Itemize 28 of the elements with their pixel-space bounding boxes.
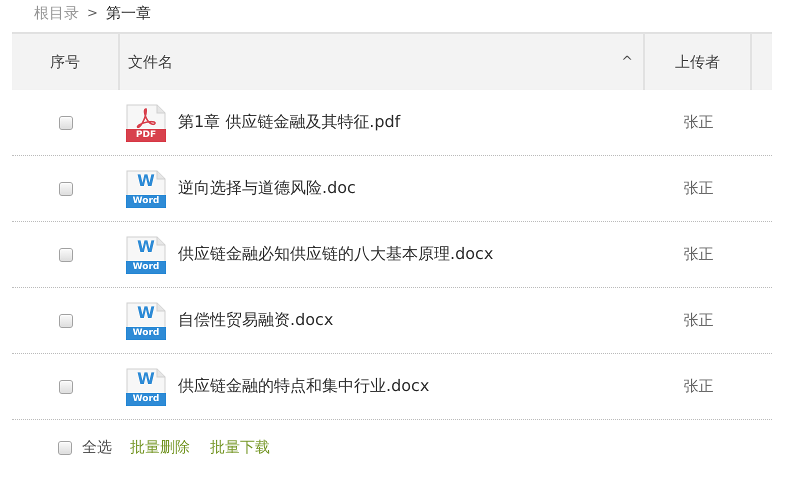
word-file-icon: W Word (126, 170, 166, 208)
file-name[interactable]: 供应链金融必知供应链的八大基本原理.docx (178, 244, 494, 265)
checkbox[interactable] (59, 380, 73, 394)
uploader-name: 张正 (682, 377, 714, 396)
checkbox[interactable] (59, 314, 73, 328)
column-header[interactable]: 文件名 (128, 52, 173, 72)
word-file-icon: W Word (126, 302, 166, 340)
uploader-name: 张正 (682, 113, 714, 132)
sort-icon[interactable]: ^ (621, 54, 633, 70)
file-name[interactable]: 第1章 供应链金融及其特征.pdf (178, 112, 400, 133)
word-file-icon: W Word (126, 236, 166, 274)
file-name[interactable]: 供应链金融的特点和集中行业.docx (178, 376, 430, 397)
uploader-name: 张正 (682, 179, 714, 198)
column-header: 上传者 (675, 52, 720, 72)
word-file-icon: W Word (126, 368, 166, 406)
breadcrumb-current: 第一章 (106, 4, 151, 22)
select-all-label: 全选 (82, 438, 112, 457)
column-header: 序号 (50, 52, 80, 72)
uploader-name: 张正 (682, 311, 714, 330)
breadcrumb-separator: > (87, 6, 98, 20)
pdf-file-icon: PDF (126, 104, 166, 142)
uploader-name: 张正 (682, 245, 714, 264)
checkbox[interactable] (59, 182, 73, 196)
file-name[interactable]: 逆向选择与道德风险.doc (178, 178, 356, 199)
checkbox[interactable] (58, 440, 72, 454)
file-name[interactable]: 自偿性贸易融资.docx (178, 310, 334, 331)
checkbox[interactable] (59, 248, 73, 262)
checkbox[interactable] (59, 116, 73, 130)
